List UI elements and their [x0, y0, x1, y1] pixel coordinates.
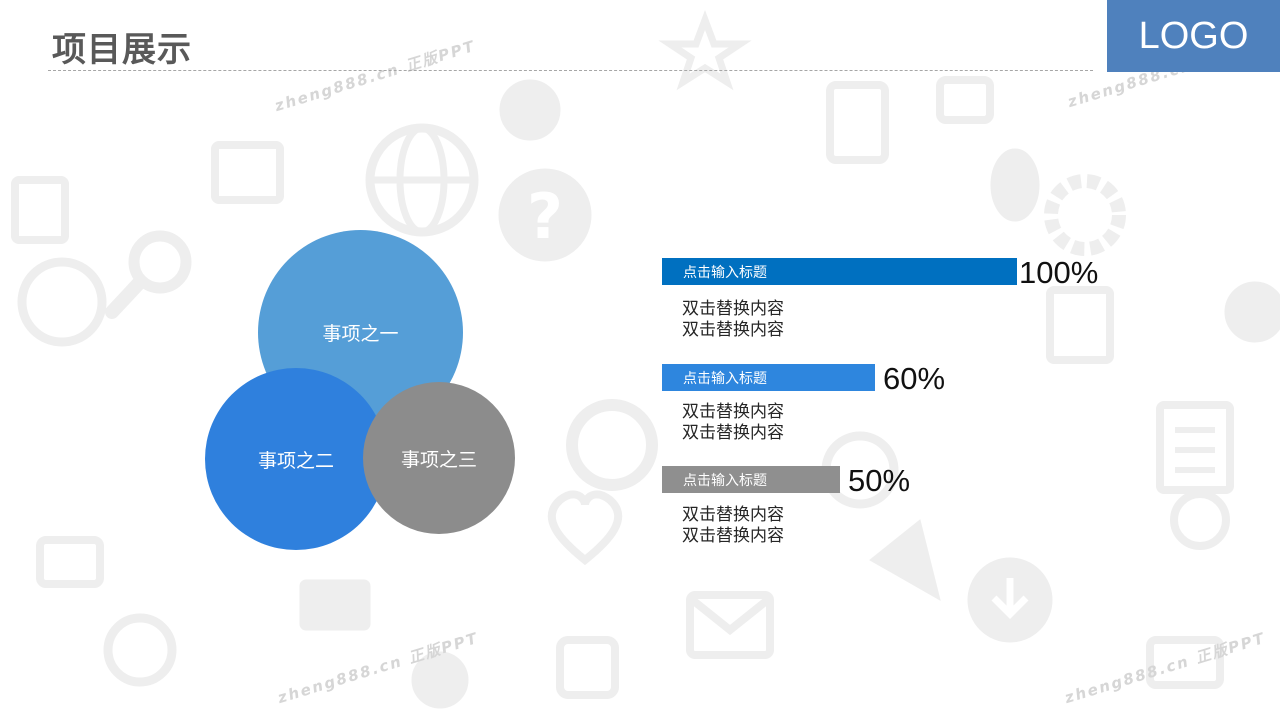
item-description: 双击替换内容 双击替换内容	[682, 505, 784, 547]
document-icon	[1156, 401, 1234, 494]
tablet-icon	[826, 81, 889, 164]
description-line: 双击替换内容	[682, 526, 784, 546]
item-description: 双击替换内容 双击替换内容	[682, 299, 784, 341]
bar-label: 点击输入标题	[683, 264, 767, 281]
item-description: 双击替换内容 双击替换内容	[682, 402, 784, 444]
progress-bar: 点击输入标题	[662, 364, 875, 391]
svg-text:?: ?	[527, 180, 563, 253]
background-icon-pattern: ?	[11, 10, 1280, 709]
star-icon	[658, 10, 752, 91]
magnifier-icon	[105, 230, 192, 319]
globe-icon	[365, 123, 479, 237]
description-line: 双击替换内容	[682, 402, 784, 422]
gear-icon	[1044, 174, 1126, 256]
bar-value-label: 50%	[848, 463, 911, 498]
bar-value-label: 100%	[1019, 255, 1099, 290]
description-line: 双击替换内容	[682, 505, 784, 525]
smile-icon	[17, 257, 107, 347]
bar-label: 点击输入标题	[683, 472, 767, 489]
download-icon	[967, 557, 1053, 643]
progress-bar: 点击输入标题	[662, 466, 840, 493]
logo-box: LOGO	[1107, 0, 1280, 72]
circle-item-three: 事项之三	[363, 382, 515, 534]
description-line: 双击替换内容	[682, 423, 784, 443]
description-line: 双击替换内容	[682, 320, 784, 340]
question-icon: ?	[498, 168, 592, 262]
mail-icon	[686, 591, 774, 659]
bar-value-label: 60%	[883, 361, 946, 396]
logo-text: LOGO	[1138, 14, 1249, 57]
circle-label: 事项之一	[322, 323, 399, 345]
circle-label: 事项之三	[400, 448, 477, 471]
progress-bar: 点击输入标题	[662, 258, 1017, 285]
page-title: 项目展示	[52, 30, 192, 70]
heart-icon	[547, 490, 623, 566]
circle-item-two: 事项之二	[205, 368, 387, 550]
description-line: 双击替换内容	[682, 299, 784, 319]
title-divider	[48, 70, 1093, 71]
penguin-icon	[990, 148, 1040, 222]
bar-label: 点击输入标题	[683, 370, 767, 387]
circle-label: 事项之二	[257, 449, 334, 472]
